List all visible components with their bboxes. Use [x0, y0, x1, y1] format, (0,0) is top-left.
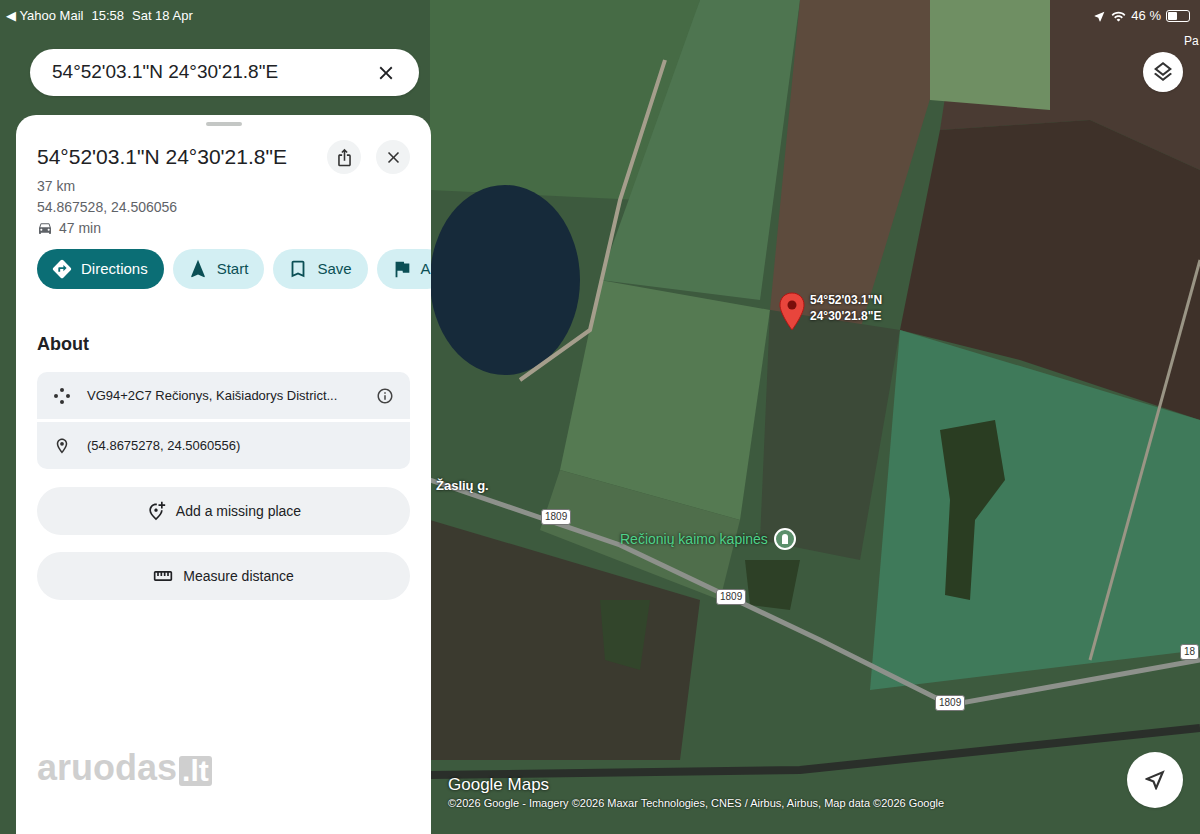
ruler-icon [153, 566, 173, 586]
about-text: VG94+2C7 Rečionys, Kaišiadorys District.… [87, 386, 360, 406]
pin-icon [778, 292, 806, 332]
layers-button[interactable] [1143, 52, 1183, 92]
add-place-icon [146, 501, 166, 521]
pin-label-line: 54°52'03.1"N [810, 292, 882, 308]
location-icon [1093, 10, 1106, 23]
google-maps-watermark: Google Maps [448, 772, 549, 798]
date: Sat 18 Apr [132, 6, 193, 26]
place-title: 54°52'03.1"N 24°30'21.8"E [37, 141, 327, 173]
battery-icon [1166, 10, 1190, 22]
navigation-arrow-icon [1142, 767, 1168, 793]
about-heading: About [37, 331, 410, 358]
about-text: (54.8675278, 24.5060556) [87, 436, 394, 456]
action-icon [391, 258, 413, 280]
close-button[interactable] [376, 140, 410, 174]
action-icon [187, 258, 209, 280]
battery-percent: 46 % [1131, 6, 1161, 26]
layers-icon [1151, 60, 1175, 84]
link-button[interactable]: Measure distance [37, 552, 410, 600]
pin-label-line: 24°30'21.8"E [810, 308, 882, 324]
status-bar: ◀ Yahoo Mail 15:58 Sat 18 Apr 46 % [0, 0, 1200, 32]
attribution: ©2026 Google - Imagery ©2026 Maxar Techn… [448, 795, 944, 812]
clear-icon[interactable] [375, 62, 397, 84]
distance: 37 km [37, 176, 410, 196]
drive-time: 47 min [37, 218, 410, 238]
about-row[interactable]: (54.8675278, 24.5060556) [37, 422, 410, 469]
close-icon [384, 148, 403, 167]
road-shield: 18 [1180, 644, 1199, 660]
pin-label: 54°52'03.1"N24°30'21.8"E [810, 292, 882, 324]
search-value[interactable]: 54°52'03.1"N 24°30'21.8"E [52, 58, 375, 87]
drag-handle[interactable] [206, 122, 242, 126]
action-button[interactable]: A [377, 249, 431, 289]
action-row: DirectionsStartSaveA [37, 249, 431, 289]
action-button[interactable]: Directions [37, 249, 164, 289]
share-button[interactable] [327, 140, 361, 174]
car-icon [37, 220, 53, 236]
link-button[interactable]: Add a missing place [37, 487, 410, 535]
back-to-app[interactable]: ◀ Yahoo Mail [6, 6, 83, 26]
action-button[interactable]: Save [273, 249, 367, 289]
about-row[interactable]: VG94+2C7 Rečionys, Kaišiadorys District.… [37, 372, 410, 419]
location-pin-icon [53, 437, 71, 455]
poi-label[interactable]: Rečionių kaimo kapinės [620, 529, 768, 550]
aruodas-watermark: aruodas.lt [37, 750, 410, 786]
street-label: Žaslių g. [436, 476, 489, 496]
action-icon [287, 258, 309, 280]
my-location-button[interactable] [1127, 752, 1183, 808]
plus-code-icon [53, 387, 71, 405]
road-shield: 1809 [935, 695, 965, 711]
decimal-coordinates: 54.867528, 24.506056 [37, 196, 410, 218]
map-label: Pa [1184, 32, 1199, 50]
place-panel: 54°52'03.1"N 24°30'21.8"E 37 km54.867528,… [16, 115, 431, 834]
time: 15:58 [91, 6, 124, 26]
poi[interactable]: Rečionių kaimo kapinės [620, 528, 796, 550]
link-list: Add a missing place Measure distance [37, 487, 410, 600]
action-button[interactable]: Start [173, 249, 265, 289]
dropped-pin[interactable]: 54°52'03.1"N24°30'21.8"E [778, 292, 882, 332]
cemetery-icon [774, 528, 796, 550]
share-icon [335, 148, 354, 167]
wifi-icon [1111, 9, 1126, 24]
about-list: VG94+2C7 Rečionys, Kaišiadorys District.… [37, 372, 410, 469]
road-shield: 1809 [716, 589, 746, 605]
search-field[interactable]: 54°52'03.1"N 24°30'21.8"E [30, 49, 419, 96]
road-shield: 1809 [541, 509, 571, 525]
action-icon [51, 258, 73, 280]
screen: ◀ Yahoo Mail 15:58 Sat 18 Apr 46 % Pa 54°52'0… [0, 0, 1200, 834]
info-icon[interactable] [376, 387, 394, 405]
